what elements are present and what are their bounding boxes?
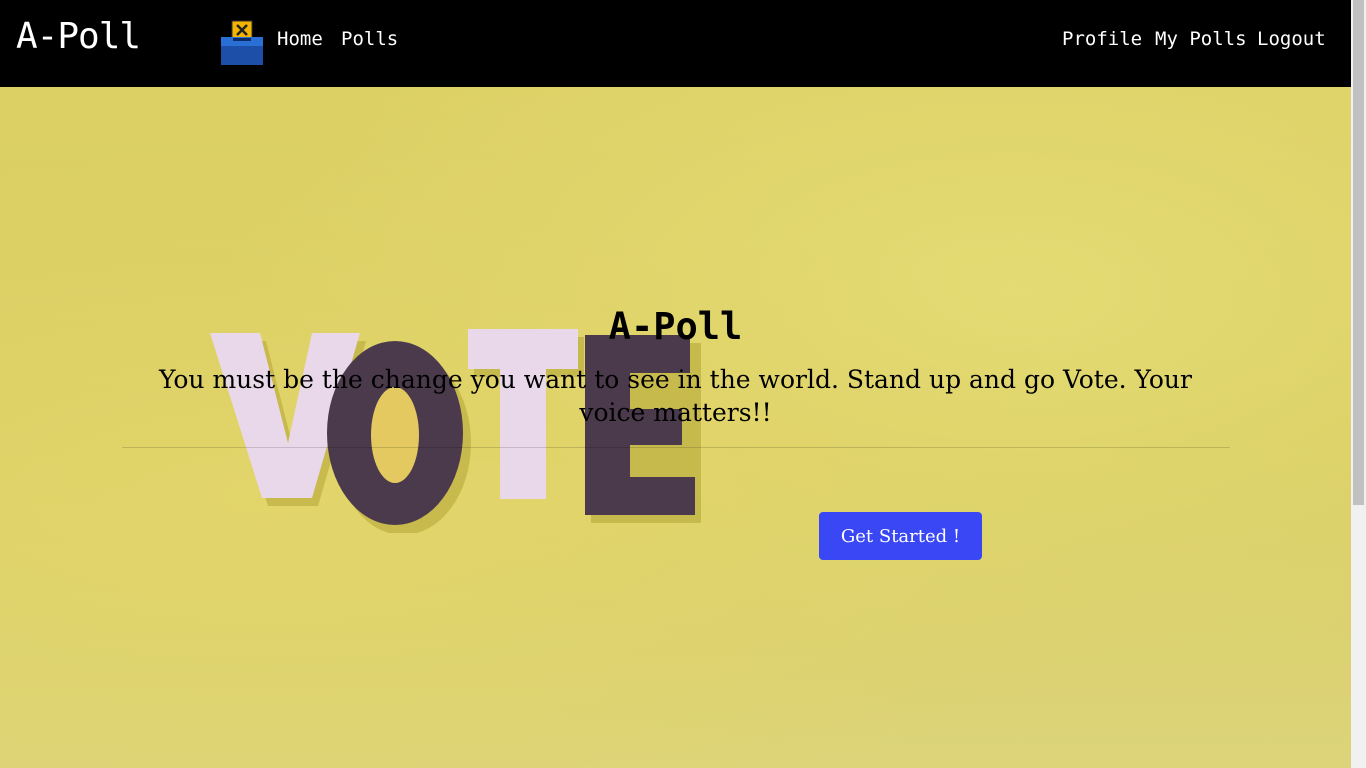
ballot-box-icon [221,20,263,65]
hero-title: A-Poll [608,305,743,348]
nav-logout[interactable]: Logout [1257,28,1326,50]
hero-tagline: You must be the change you want to see i… [159,365,1192,427]
page: A-Poll Home Polls Profile My Polls Logou… [0,0,1366,768]
nav-polls[interactable]: Polls [341,28,398,50]
navbar: A-Poll Home Polls Profile My Polls Logou… [0,0,1351,87]
get-started-button[interactable]: Get Started ! [819,512,982,560]
hero-section: A-Poll You must be the change you want t… [0,87,1351,768]
nav-my-polls[interactable]: My Polls [1155,28,1247,50]
page-scrollbar[interactable] [1351,0,1366,768]
scrollbar-thumb[interactable] [1353,0,1364,505]
nav-home[interactable]: Home [277,28,323,50]
nav-profile[interactable]: Profile [1062,28,1142,50]
brand-link[interactable]: A-Poll [16,16,141,57]
hero-divider [122,447,1230,448]
